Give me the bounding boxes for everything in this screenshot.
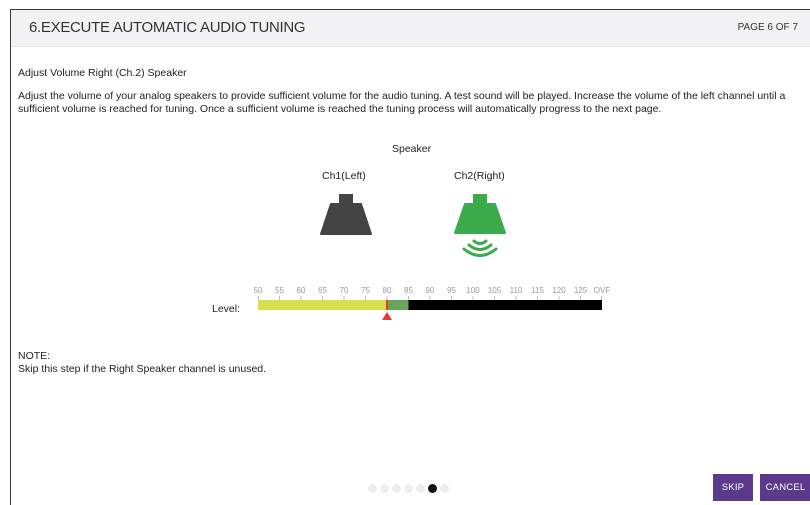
step-description: Adjust the volume of your analog speaker… bbox=[18, 90, 786, 115]
level-yellow-segment bbox=[258, 300, 387, 310]
level-tick-label: 100 bbox=[466, 286, 480, 295]
cancel-button[interactable]: CANCEL bbox=[760, 474, 810, 501]
level-tick-label: 110 bbox=[509, 286, 523, 295]
ch2-label: Ch2(Right) bbox=[454, 170, 505, 182]
speaker-right-magnet bbox=[473, 194, 487, 204]
pagination-dots bbox=[368, 482, 449, 494]
level-marker-triangle bbox=[382, 312, 392, 320]
level-tick-label: 105 bbox=[487, 286, 502, 295]
level-tick-label: 50 bbox=[253, 286, 263, 295]
pagination-dot bbox=[392, 483, 401, 493]
speaker-left-cone bbox=[320, 203, 372, 235]
level-meter bbox=[258, 300, 602, 310]
pagination-dot bbox=[368, 483, 377, 493]
wizard-window: 6.EXECUTE AUTOMATIC AUDIO TUNING PAGE 6 … bbox=[10, 9, 810, 505]
level-tick-label: 85 bbox=[404, 286, 413, 295]
sound-wave-2 bbox=[467, 243, 493, 251]
level-green-segment bbox=[387, 300, 409, 310]
level-tick-label: 120 bbox=[552, 286, 566, 295]
step-subtitle: Adjust Volume Right (Ch.2) Speaker bbox=[18, 67, 187, 79]
skip-button[interactable]: SKIP bbox=[713, 474, 753, 501]
pagination-dot bbox=[380, 483, 389, 493]
level-tick-label: 90 bbox=[425, 286, 435, 295]
note-text: Skip this step if the Right Speaker chan… bbox=[18, 363, 267, 375]
pagination-dot bbox=[404, 483, 413, 493]
speaker-left-magnet bbox=[339, 194, 353, 204]
pagination-dot-active bbox=[428, 483, 437, 493]
note-label: NOTE: bbox=[18, 350, 51, 362]
level-label: Level: bbox=[212, 303, 241, 315]
header-bar: 6.EXECUTE AUTOMATIC AUDIO TUNING PAGE 6 … bbox=[11, 10, 810, 47]
pagination-dot bbox=[440, 483, 449, 493]
speaker-right-icon bbox=[454, 194, 506, 257]
level-marker-icon bbox=[382, 312, 392, 320]
level-tick-label: 65 bbox=[318, 286, 327, 295]
level-tick-label: 70 bbox=[339, 286, 349, 295]
level-tick-label: 75 bbox=[361, 286, 370, 295]
level-tick-label: 80 bbox=[382, 286, 392, 295]
level-position-line bbox=[386, 300, 388, 310]
level-tick-label: OVF bbox=[593, 286, 611, 295]
page-indicator: PAGE 6 OF 7 bbox=[737, 22, 798, 33]
level-tick-label: 115 bbox=[531, 286, 544, 295]
speaker-heading: Speaker bbox=[392, 143, 432, 155]
level-tick-label: 95 bbox=[447, 286, 456, 295]
ch1-label: Ch1(Left) bbox=[322, 170, 366, 182]
sound-wave-1 bbox=[472, 239, 488, 245]
speaker-right-cone bbox=[454, 203, 506, 234]
level-remaining-segment bbox=[408, 300, 602, 310]
level-tick-label: 55 bbox=[275, 286, 284, 295]
page-title: 6.EXECUTE AUTOMATIC AUDIO TUNING bbox=[29, 19, 306, 36]
speaker-left-icon bbox=[320, 194, 372, 235]
level-tick-label: 60 bbox=[296, 286, 306, 295]
pagination-dot bbox=[416, 483, 425, 493]
level-tick-label: 125 bbox=[573, 286, 588, 295]
